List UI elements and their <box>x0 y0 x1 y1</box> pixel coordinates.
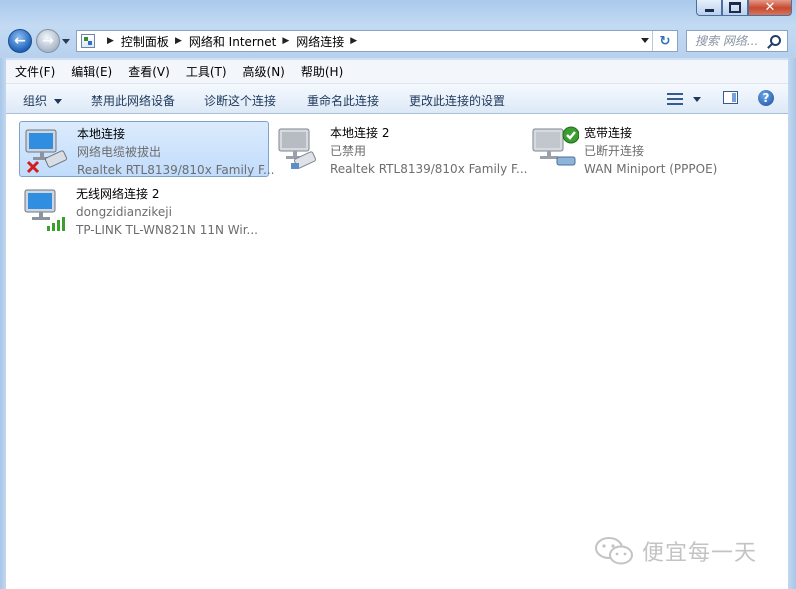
wechat-logo-icon <box>595 537 633 565</box>
wireless-adapter-icon <box>24 189 65 231</box>
network-adapter-icon <box>25 129 68 174</box>
breadcrumb-separator-icon[interactable]: ▶ <box>107 36 114 46</box>
connection-name: 本地连接 2 <box>330 126 390 140</box>
arrow-right-icon: → <box>42 33 54 49</box>
connection-status: 已断开连接 <box>584 144 645 158</box>
forward-button[interactable]: → <box>36 29 60 53</box>
title-bar: ✕ <box>0 0 796 26</box>
watermark-text: 便宜每一天 <box>642 541 758 566</box>
connection-item-local-2[interactable]: 本地连接 2 已禁用 Realtek RTL8139/810x Family F… <box>273 121 527 177</box>
refresh-icon: ↻ <box>659 33 671 49</box>
breadcrumb: ▶ 控制面板 ▶ 网络和 Internet ▶ 网络连接 ▶ <box>101 31 364 51</box>
breadcrumb-network-connections[interactable]: 网络连接 <box>296 33 344 50</box>
change-settings-button[interactable]: 更改此连接的设置 <box>409 92 505 109</box>
disable-device-button[interactable]: 禁用此网络设备 <box>91 92 175 109</box>
breadcrumb-network-internet[interactable]: 网络和 Internet <box>189 33 276 50</box>
minimize-button[interactable] <box>696 0 722 16</box>
connection-name: 本地连接 <box>77 127 126 141</box>
connection-item-wireless-2[interactable]: 无线网络连接 2 dongzidianzikeji TP-LINK TL-WN8… <box>19 182 269 238</box>
close-icon: ✕ <box>764 0 776 15</box>
diagnose-connection-button[interactable]: 诊断这个连接 <box>204 92 276 109</box>
view-options-icon[interactable] <box>667 92 683 106</box>
broadband-connection-icon <box>532 126 579 166</box>
breadcrumb-control-panel[interactable]: 控制面板 <box>121 33 169 50</box>
menu-tools[interactable]: 工具(T) <box>178 63 235 80</box>
menu-edit[interactable]: 编辑(E) <box>63 63 120 80</box>
breadcrumb-separator-icon[interactable]: ▶ <box>175 36 182 46</box>
maximize-button[interactable] <box>722 0 748 16</box>
help-icon[interactable]: ? <box>758 90 774 106</box>
connection-name: 无线网络连接 2 <box>76 187 160 201</box>
address-history-dropdown[interactable] <box>641 38 649 43</box>
connection-item-broadband[interactable]: 宽带连接 已断开连接 WAN Miniport (PPPOE) <box>527 121 777 177</box>
connection-device: Realtek RTL8139/810x Family F... <box>77 163 275 177</box>
search-box[interactable] <box>686 30 788 52</box>
menu-view[interactable]: 查看(V) <box>120 63 178 80</box>
view-options-dropdown[interactable] <box>693 97 701 102</box>
network-adapter-disabled-icon <box>278 128 317 169</box>
menu-file[interactable]: 文件(F) <box>6 63 63 80</box>
recent-pages-dropdown[interactable] <box>62 39 70 44</box>
search-icon[interactable] <box>770 35 781 46</box>
breadcrumb-separator-icon[interactable]: ▶ <box>350 36 357 46</box>
menu-advanced[interactable]: 高级(N) <box>235 63 293 80</box>
close-button[interactable]: ✕ <box>748 0 792 16</box>
search-input[interactable] <box>687 31 773 51</box>
back-button[interactable]: ← <box>8 29 32 53</box>
connection-status: 网络电缆被拔出 <box>77 145 162 159</box>
refresh-button[interactable]: ↻ <box>652 31 677 51</box>
arrow-left-icon: ← <box>14 33 26 49</box>
connection-device: WAN Miniport (PPPOE) <box>584 162 718 176</box>
connection-status: 已禁用 <box>330 144 367 158</box>
menu-bar: 文件(F) 编辑(E) 查看(V) 工具(T) 高级(N) 帮助(H) <box>6 60 788 84</box>
connection-device: Realtek RTL8139/810x Family F... <box>330 162 528 176</box>
navigation-bar: ← → ▶ 控制面板 ▶ 网络和 Internet ▶ 网络连接 ▶ ↻ <box>0 26 796 58</box>
address-bar[interactable]: ▶ 控制面板 ▶ 网络和 Internet ▶ 网络连接 ▶ ↻ <box>76 30 678 52</box>
menu-help[interactable]: 帮助(H) <box>293 63 351 80</box>
window-controls: ✕ <box>696 0 792 16</box>
connections-list: 本地连接 网络电缆被拔出 Realtek RTL8139/810x Family… <box>6 114 788 589</box>
organize-button[interactable]: 组织 <box>23 92 62 109</box>
connection-device: TP-LINK TL-WN821N 11N Wir... <box>76 223 258 237</box>
breadcrumb-separator-icon[interactable]: ▶ <box>282 36 289 46</box>
preview-pane-icon[interactable] <box>723 91 738 104</box>
connection-item-local[interactable]: 本地连接 网络电缆被拔出 Realtek RTL8139/810x Family… <box>19 121 274 177</box>
window-right-border <box>788 26 796 589</box>
minimize-icon <box>704 8 714 12</box>
connection-status: dongzidianzikeji <box>76 205 172 219</box>
watermark: 便宜每一天 <box>594 535 757 567</box>
command-bar: 组织 禁用此网络设备 诊断这个连接 重命名此连接 更改此连接的设置 ? <box>6 84 788 114</box>
control-panel-icon <box>81 34 95 48</box>
disabled-cable-icon <box>291 163 299 169</box>
maximize-icon <box>729 1 741 13</box>
rename-connection-button[interactable]: 重命名此连接 <box>307 92 379 109</box>
red-x-icon <box>26 160 40 174</box>
connection-name: 宽带连接 <box>584 126 633 140</box>
